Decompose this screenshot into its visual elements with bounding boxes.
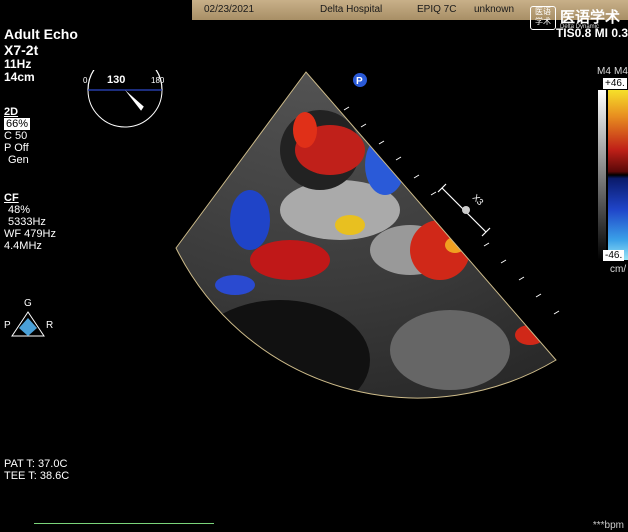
gray-scale-bar <box>598 90 606 260</box>
zoom-marker-label: X3 <box>471 192 486 207</box>
velocity-color-bar <box>608 90 628 260</box>
scale-max: +46. <box>603 78 627 89</box>
ecg-baseline <box>34 523 214 524</box>
scale-min: -46. <box>603 250 625 261</box>
scale-unit: cm/ <box>610 264 627 275</box>
scale-label-gray: M4 <box>597 66 611 77</box>
ultrasound-sector: X3 P <box>175 71 560 399</box>
heart-rate: ***bpm <box>592 520 624 531</box>
temperatures: PAT T: 37.0C TEE T: 38.6C <box>4 458 69 482</box>
patient-temperature: PAT T: 37.0C <box>4 458 68 470</box>
scale-label-color: M4 <box>614 66 628 77</box>
zoom-handle <box>462 206 470 214</box>
svg-text:P: P <box>356 76 363 87</box>
tee-temperature: TEE T: 38.6C <box>4 470 70 482</box>
